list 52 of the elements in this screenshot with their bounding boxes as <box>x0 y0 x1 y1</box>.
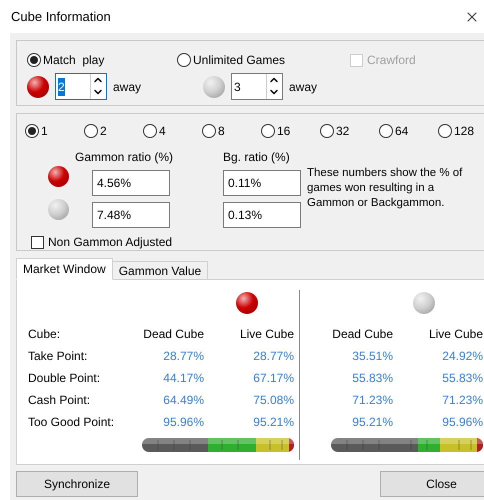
radio-option[interactable]: 1 <box>25 122 84 140</box>
column-heading: Live Cube <box>428 326 483 343</box>
radio-option[interactable]: 128 <box>438 122 484 140</box>
checkbox[interactable]: Non Gammon Adjusted <box>31 233 484 251</box>
percentage-value: 55.83% <box>441 370 483 387</box>
close-button[interactable]: Close <box>380 471 484 497</box>
radio-option[interactable]: 32 <box>320 122 379 140</box>
bg-ratio-field[interactable]: 0.13% <box>223 202 301 228</box>
radio-option[interactable]: 4 <box>143 122 202 140</box>
percentage-value: 71.23% <box>441 392 483 409</box>
percentage-value: 75.08% <box>252 392 294 409</box>
radio-option[interactable]: Unlimited Games <box>177 51 350 69</box>
spin-field[interactable]: 3 <box>231 73 283 100</box>
radio-option[interactable]: 64 <box>379 122 438 140</box>
column-heading: Bg. ratio (%) <box>223 149 291 164</box>
percentage-value: 95.96% <box>162 414 204 431</box>
gammon-ratio-field[interactable]: 4.56% <box>92 170 170 196</box>
radio-option[interactable]: Match play <box>27 51 177 69</box>
away-label: away <box>289 78 318 96</box>
percentage-value: 67.17% <box>252 370 294 387</box>
explanation-text: These numbers show the % of games won resulting in a Gammon or Backgammon. <box>307 166 464 211</box>
gammon-ratio-field[interactable]: 7.48% <box>92 202 170 228</box>
percentage-value: 64.49% <box>162 392 204 409</box>
spin-field[interactable]: 2 <box>55 73 107 100</box>
percentage-value: 55.83% <box>351 370 393 387</box>
percentage-value: 44.17% <box>162 370 204 387</box>
percentage-value: 95.96% <box>441 414 483 431</box>
column-heading: Gammon ratio (%) <box>75 149 174 164</box>
percentage-value: 35.51% <box>351 348 393 365</box>
column-heading: Live Cube <box>238 326 294 343</box>
row-label: Too Good Point: <box>28 414 116 431</box>
percentage-value: 24.92% <box>441 348 483 365</box>
row-label: Double Point: <box>28 370 102 387</box>
row-label: Cube: <box>28 326 62 343</box>
radio-option[interactable]: 16 <box>261 122 320 140</box>
synchronize-button[interactable]: Synchronize <box>16 471 138 497</box>
percentage-value: 28.77% <box>252 348 294 365</box>
radio-option[interactable]: 2 <box>84 122 143 140</box>
window-title: Cube Information <box>11 8 111 26</box>
percentage-value: 95.21% <box>252 414 294 431</box>
bg-ratio-field[interactable]: 0.11% <box>223 170 301 196</box>
tab[interactable]: Gammon Value <box>112 261 208 280</box>
percentage-value: 95.21% <box>351 414 393 431</box>
percentage-value: 28.77% <box>162 348 204 365</box>
row-label: Take Point: <box>28 348 88 365</box>
away-label: away <box>113 78 142 96</box>
column-heading: Dead Cube <box>142 326 204 343</box>
row-label: Cash Point: <box>28 392 92 409</box>
radio-option[interactable]: 8 <box>202 122 261 140</box>
tab[interactable]: Market Window <box>16 258 113 280</box>
percentage-value: 71.23% <box>351 392 393 409</box>
column-heading: Dead Cube <box>331 326 393 343</box>
